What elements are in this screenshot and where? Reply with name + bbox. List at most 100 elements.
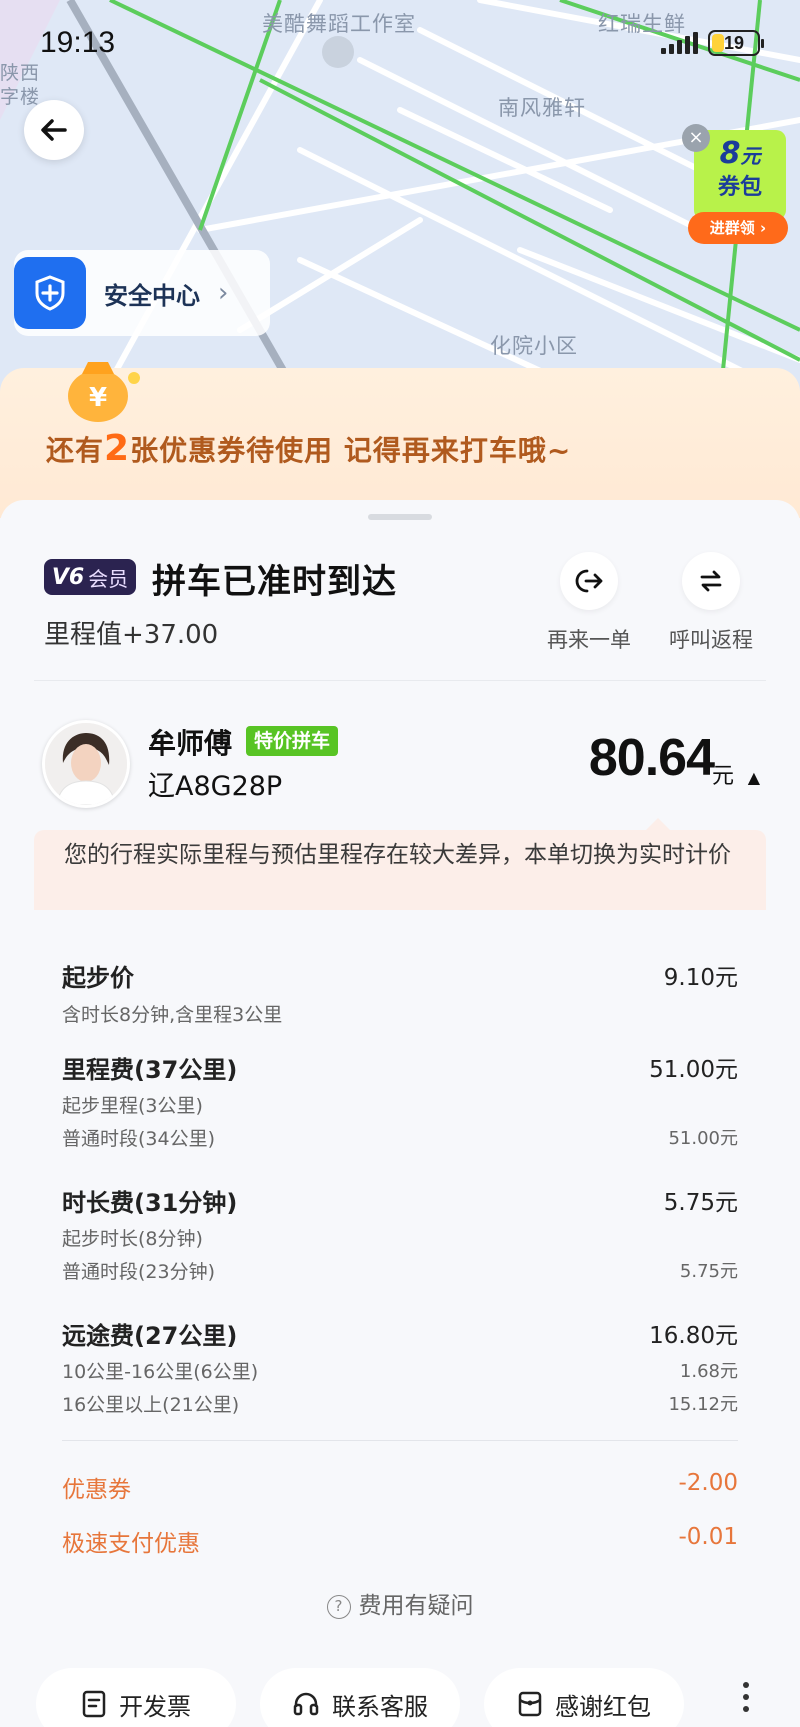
promo-prefix: 还有 bbox=[46, 434, 105, 467]
question-icon: ? bbox=[326, 1595, 351, 1619]
mileage-points: 里程值+37.00 bbox=[44, 620, 219, 650]
trip-detail-sheet: V6 会员 拼车已准时到达 里程值+37.00 再来一单 呼叫返程 牟师傅 特价… bbox=[0, 500, 800, 1727]
discount-label: 极速支付优惠 bbox=[62, 1531, 200, 1557]
driver-avatar[interactable] bbox=[42, 720, 130, 808]
return-trip-icon bbox=[682, 552, 740, 610]
reorder-icon bbox=[560, 552, 618, 610]
fee-row-base: 起步价 9.10元 bbox=[62, 958, 738, 993]
fee-value: 16.80元 bbox=[649, 1323, 738, 1349]
notice-pointer bbox=[646, 818, 670, 830]
driver-name: 牟师傅 bbox=[148, 727, 233, 760]
fee-sub-row: 起步时长(8分钟) bbox=[62, 1224, 738, 1251]
customer-service-label: 联系客服 bbox=[332, 1692, 428, 1721]
thank-red-packet-button[interactable]: 感谢红包 bbox=[484, 1668, 684, 1727]
fee-sub-value: 15.12元 bbox=[668, 1394, 738, 1415]
total-price[interactable]: 80.64 bbox=[589, 728, 715, 788]
fee-note: 含时长8分钟,含里程3公里 bbox=[62, 1004, 283, 1026]
fee-value: 9.10元 bbox=[663, 965, 738, 991]
coupon-pack-ad[interactable]: 8元 券包 进群领 › × bbox=[682, 124, 792, 248]
fee-row-duration: 时长费(31分钟) 5.75元 bbox=[62, 1183, 738, 1218]
drag-handle[interactable] bbox=[368, 514, 432, 520]
back-button[interactable] bbox=[24, 100, 84, 160]
invoice-button[interactable]: 开发票 bbox=[36, 1668, 236, 1727]
ride-type-tag: 特价拼车 bbox=[246, 726, 339, 756]
fee-label: 时长费(31分钟) bbox=[62, 1189, 238, 1217]
battery-icon: 19 bbox=[708, 30, 764, 56]
promo-message: 还有2张优惠券待使用 记得再来打车哦~ bbox=[46, 428, 571, 469]
fee-label: 远途费(27公里) bbox=[62, 1322, 238, 1350]
discount-row: 极速支付优惠 -0.01 bbox=[62, 1524, 738, 1558]
status-icons: 19 bbox=[661, 30, 764, 56]
shield-icon bbox=[14, 257, 86, 329]
discount-row: 优惠券 -2.00 bbox=[62, 1470, 738, 1504]
map-label-area: 南风雅轩 bbox=[498, 96, 586, 120]
fee-sub-label: 起步里程(3公里) bbox=[62, 1095, 203, 1117]
reorder-label: 再来一单 bbox=[547, 628, 631, 652]
fee-row-long-distance: 远途费(27公里) 16.80元 bbox=[62, 1316, 738, 1351]
map-label-edge: 字楼 bbox=[0, 86, 41, 108]
fee-note-row: 含时长8分钟,含里程3公里 bbox=[62, 1000, 738, 1027]
caret-up-icon[interactable]: ▲ bbox=[748, 768, 760, 787]
map-label-area: 化院小区 bbox=[490, 334, 578, 358]
signal-icon bbox=[661, 32, 698, 54]
customer-service-button[interactable]: 联系客服 bbox=[260, 1668, 460, 1727]
trip-status-title: 拼车已准时到达 bbox=[152, 562, 397, 602]
chevron-right-icon: › bbox=[218, 278, 229, 308]
red-packet-icon bbox=[518, 1691, 542, 1717]
fee-sub-label: 16公里以上(21公里) bbox=[62, 1394, 240, 1416]
fee-sub-label: 起步时长(8分钟) bbox=[62, 1228, 203, 1250]
status-time: 19:13 bbox=[40, 26, 116, 59]
vip-badge[interactable]: V6 会员 bbox=[44, 559, 136, 595]
close-icon[interactable]: × bbox=[682, 124, 710, 152]
invoice-label: 开发票 bbox=[119, 1692, 191, 1721]
fee-sub-value: 51.00元 bbox=[668, 1128, 738, 1149]
discount-value: -2.00 bbox=[678, 1470, 738, 1496]
battery-level: 19 bbox=[723, 33, 745, 53]
fee-sub-label: 普通时段(23分钟) bbox=[62, 1261, 216, 1283]
vip-label: 会员 bbox=[88, 566, 129, 591]
fee-sub-row: 10公里-16公里(6公里) 1.68元 bbox=[62, 1357, 738, 1384]
coupon-pack-label: 券包 bbox=[717, 175, 762, 200]
fee-sub-row: 16公里以上(21公里) 15.12元 bbox=[62, 1390, 738, 1417]
more-options-icon[interactable] bbox=[736, 1682, 756, 1712]
promo-suffix: 张优惠券待使用 记得再来打车哦~ bbox=[130, 434, 572, 467]
return-trip-button[interactable]: 呼叫返程 bbox=[656, 552, 766, 654]
price-unit: 元 bbox=[711, 764, 734, 789]
discount-label: 优惠券 bbox=[62, 1477, 131, 1503]
map-label-edge: 陕西 bbox=[0, 62, 41, 84]
fee-sub-label: 10公里-16公里(6公里) bbox=[62, 1361, 259, 1383]
map-roads bbox=[0, 0, 800, 400]
svg-text:¥: ¥ bbox=[89, 383, 107, 413]
thank-red-packet-label: 感谢红包 bbox=[555, 1692, 651, 1721]
person-icon bbox=[45, 723, 127, 805]
fee-sub-row: 起步里程(3公里) bbox=[62, 1091, 738, 1118]
coupon-promo-banner[interactable]: ¥ 还有2张优惠券待使用 记得再来打车哦~ bbox=[0, 362, 800, 518]
fee-sub-row: 普通时段(23分钟) 5.75元 bbox=[62, 1257, 738, 1284]
promo-coupon-count: 2 bbox=[104, 428, 131, 469]
fee-label: 起步价 bbox=[62, 964, 134, 992]
reorder-button[interactable]: 再来一单 bbox=[534, 552, 644, 654]
fee-sub-value: 5.75元 bbox=[679, 1261, 738, 1282]
safety-center-button[interactable]: 安全中心 › bbox=[14, 250, 270, 336]
fee-sub-value: 1.68元 bbox=[679, 1361, 738, 1382]
headset-icon bbox=[293, 1692, 319, 1716]
fee-question-link[interactable]: ? 费用有疑问 bbox=[0, 1586, 800, 1620]
fee-label: 里程费(37公里) bbox=[62, 1056, 238, 1084]
fee-value: 5.75元 bbox=[663, 1190, 738, 1216]
map-label-poi: 美酷舞蹈工作室 bbox=[262, 12, 416, 36]
return-trip-label: 呼叫返程 bbox=[669, 628, 753, 652]
discount-value: -0.01 bbox=[678, 1524, 738, 1550]
money-bag-icon: ¥ bbox=[68, 362, 140, 422]
arrow-left-icon bbox=[41, 119, 67, 141]
join-group-button[interactable]: 进群领 › bbox=[688, 212, 788, 244]
fee-question-label: 费用有疑问 bbox=[358, 1593, 474, 1619]
fee-sub-label: 普通时段(34公里) bbox=[62, 1128, 216, 1150]
map-view[interactable]: 美酷舞蹈工作室 红瑞生鲜 南风雅轩 化院小区 陕西 字楼 19:13 19 安全… bbox=[0, 0, 800, 400]
safety-center-label: 安全中心 bbox=[104, 281, 200, 310]
fee-value: 51.00元 bbox=[649, 1057, 738, 1083]
divider bbox=[62, 1440, 738, 1441]
invoice-icon bbox=[82, 1690, 106, 1718]
pricing-notice: 您的行程实际里程与预估里程存在较大差异，本单切换为实时计价 bbox=[34, 830, 766, 910]
divider bbox=[34, 680, 766, 681]
license-plate: 辽A8G28P bbox=[148, 771, 283, 802]
